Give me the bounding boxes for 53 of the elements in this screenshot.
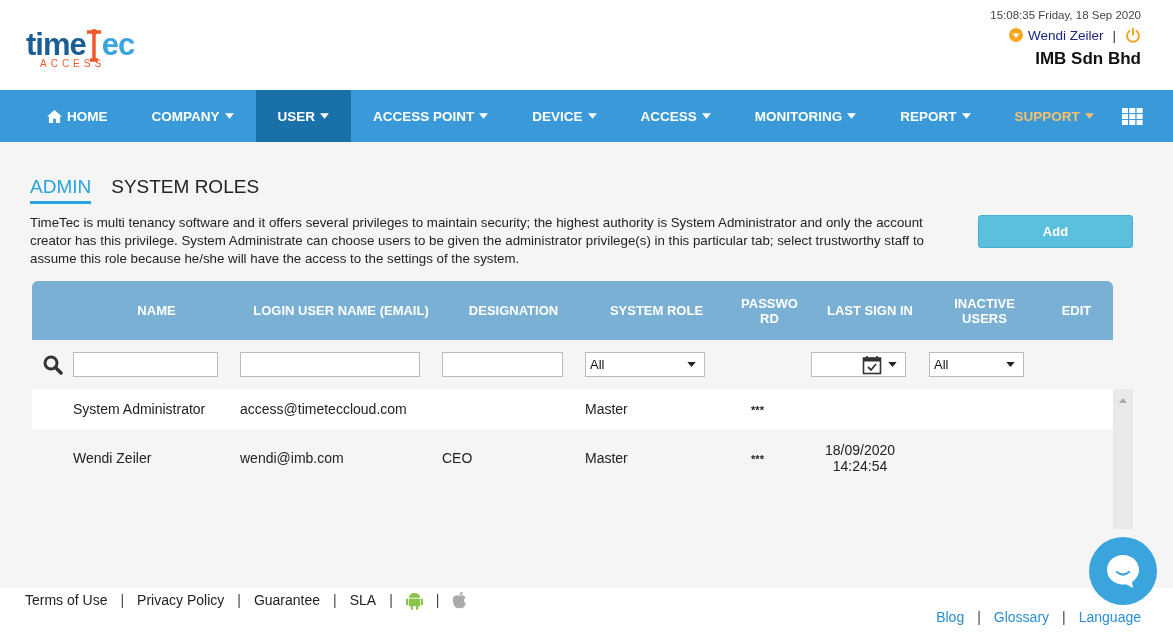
tab[interactable]: ADMIN: [30, 176, 92, 204]
column-header: PASSWO RD: [740, 295, 799, 326]
nav-menu-item[interactable]: COMPANY: [129, 90, 256, 142]
column-header: INACTIVE USERS: [953, 295, 1016, 326]
footer-link[interactable]: Privacy Policy: [137, 592, 225, 608]
nav-menu-item[interactable]: ACCESS: [618, 90, 733, 142]
tab[interactable]: SYSTEM ROLES: [111, 176, 260, 204]
separator: |: [237, 592, 241, 608]
nav-menu-item[interactable]: MONITORING: [732, 90, 879, 142]
table-row[interactable]: System Administrator access@timeteccloud.com Master ***: [32, 389, 1113, 429]
column-header: SYSTEM ROLE: [608, 303, 705, 318]
footer-link[interactable]: Language: [1078, 609, 1141, 625]
separator: |: [389, 592, 393, 608]
table-cell: Wendi Zeiler: [73, 450, 152, 466]
separator: |: [333, 592, 337, 608]
column-header: LAST SIGN IN: [826, 303, 914, 318]
nav-menu-item[interactable]: USER: [255, 90, 352, 142]
table-cell: 18/09/2020 14:24:54: [824, 442, 896, 474]
footer-link[interactable]: Glossary: [993, 609, 1050, 625]
footer-link[interactable]: Blog: [936, 609, 965, 625]
date-time: 15:08:35 Friday, 18 Sep 2020: [990, 9, 1141, 21]
table-cell: ***: [751, 404, 764, 416]
nav-menu-item[interactable]: DEVICE: [510, 90, 619, 142]
separator: |: [120, 592, 125, 608]
table-cell: wendi@imb.com: [240, 450, 344, 466]
table-row[interactable]: Wendi Zeiler wendi@imb.com CEO Master *** 18/09/2020 14:24:54: [32, 429, 1113, 487]
separator: |: [1112, 27, 1116, 43]
table-cell: CEO: [442, 450, 473, 466]
nav-menu-item[interactable]: ACCESS POINT: [351, 90, 511, 142]
table-cell: System Administrator: [73, 401, 206, 417]
table-cell: access@timeteccloud.com: [240, 401, 407, 417]
column-header: EDIT: [1060, 303, 1093, 318]
filter-dropdown[interactable]: All: [929, 352, 1024, 377]
table-cell: Master: [585, 401, 628, 417]
column-header: NAME: [136, 303, 177, 318]
footer-link[interactable]: Guarantee: [253, 592, 321, 608]
nav-menu-item[interactable]: REPORT: [878, 90, 993, 142]
table-cell: ***: [751, 453, 764, 465]
table-cell: Master: [585, 450, 628, 466]
separator: |: [977, 609, 981, 625]
add-button[interactable]: Add: [978, 215, 1133, 248]
nav-menu-item[interactable]: SUPPORT: [992, 90, 1116, 142]
company-name: IMB Sdn Bhd: [1035, 49, 1141, 69]
separator: |: [435, 592, 440, 608]
user-name-link[interactable]: Wendi Zeiler: [1027, 27, 1104, 43]
nav-menu-item[interactable]: HOME: [25, 90, 130, 142]
filter-dropdown[interactable]: All: [585, 352, 705, 377]
separator: |: [1062, 609, 1066, 625]
description-text: TimeTec is multi tenancy software and it offers several privileges to maintain security; the highest authority is System Administrator and only the account creator has this privilege. System Administrate can choose users to be given the administrator privilege(s) in this particular tab; select trustworthy staff to assume this role because he/she will have the access to the settings of the system.: [30, 214, 925, 268]
column-header: DESIGNATION: [467, 303, 560, 318]
footer-link[interactable]: SLA: [349, 592, 377, 608]
column-header: LOGIN USER NAME (EMAIL): [252, 303, 430, 318]
footer-link[interactable]: Terms of Use: [25, 592, 108, 608]
